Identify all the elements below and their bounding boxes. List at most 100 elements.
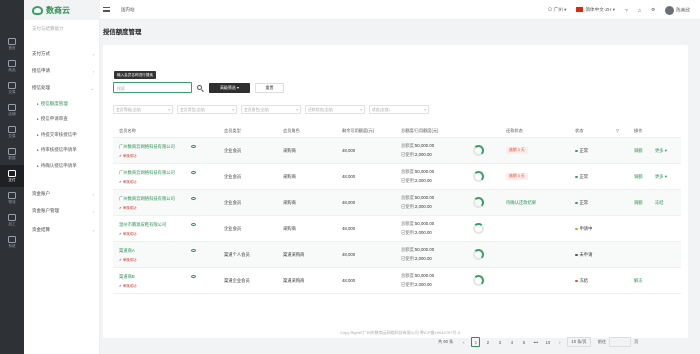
- view-icon[interactable]: [190, 223, 196, 226]
- action-primary-button[interactable]: 调额: [634, 148, 643, 154]
- bullet-icon: ▸: [37, 102, 39, 106]
- rail-item[interactable]: 加工: [0, 209, 24, 231]
- sidebar-subitem[interactable]: ▸ 待提交审核授信申: [24, 128, 100, 142]
- logo: 数商云: [24, 0, 100, 20]
- site-label[interactable]: 国内站: [121, 7, 135, 13]
- rail-item[interactable]: 店铺: [0, 99, 24, 121]
- page-button[interactable]: 5: [519, 337, 528, 347]
- menu-toggle-icon[interactable]: [103, 7, 110, 12]
- view-icon[interactable]: [190, 275, 196, 278]
- rail-item[interactable]: 商品: [0, 55, 24, 77]
- view-icon[interactable]: [190, 197, 196, 200]
- rail-item[interactable]: 数据: [0, 143, 24, 165]
- page-button[interactable]: 1: [471, 337, 481, 347]
- help-icon[interactable]: ?: [625, 8, 628, 13]
- advanced-filter-button[interactable]: 高级筛选 ▾: [209, 83, 250, 93]
- page-button[interactable]: 10: [543, 337, 552, 347]
- chevron-icon: ›: [92, 191, 94, 197]
- rail-item-label: 支付: [8, 177, 16, 182]
- status-dot-icon: [575, 227, 578, 231]
- sidebar-item-label: 授信处理: [32, 85, 50, 90]
- location-selector[interactable]: ⊙ 广州 ▾: [548, 7, 567, 13]
- sidebar-item[interactable]: 授信处理 ⌄: [24, 81, 100, 95]
- member-name-link[interactable]: 广州数商云网络科技有限公司: [119, 144, 175, 150]
- rail-item-label: 数据: [8, 155, 16, 160]
- table-row: 温州市腾源皮鞋有限公司审核成功企业会员采购商48,000总额度：50,000.0…: [113, 216, 681, 242]
- sidebar-item[interactable]: 资金结算 ›: [24, 223, 100, 237]
- language-selector[interactable]: 简体中文-ZH ▾: [576, 7, 615, 13]
- filter-member-role[interactable]: 会员角色(全部): [241, 105, 301, 114]
- page-size-select[interactable]: 10 条/页: [567, 337, 591, 347]
- action-primary-button[interactable]: 调额: [634, 174, 643, 180]
- sidebar-subitem[interactable]: ▸ 待审核授信申请单: [24, 143, 100, 157]
- sidebar-item[interactable]: 资金账户管理 ›: [24, 204, 100, 218]
- logo-mark-icon: [32, 5, 43, 15]
- rail-item[interactable]: 系统: [0, 231, 24, 253]
- action-primary-button[interactable]: 解冻: [634, 278, 643, 284]
- view-icon[interactable]: [190, 171, 196, 174]
- sidebar-item[interactable]: 授信申请 ›: [24, 64, 100, 78]
- member-name-link[interactable]: 广州数商云网络科技有限公司: [119, 196, 175, 202]
- action-secondary-button[interactable]: 冻结: [655, 200, 664, 206]
- view-icon[interactable]: [190, 145, 196, 148]
- filter-member-level[interactable]: 会员等级(全部): [113, 105, 173, 114]
- table-row: 广州数商云网络科技有限公司审核成功企业会员采购商48,000总额度：50,000…: [113, 164, 681, 190]
- user-menu[interactable]: 陈美欣: [665, 5, 690, 15]
- remaining-limit: 48,000: [342, 252, 356, 257]
- sidebar-subitem[interactable]: ▸ 授信申请审查: [24, 112, 100, 126]
- page-ellipsis[interactable]: •••: [531, 337, 540, 347]
- status-text: 正常: [579, 148, 589, 153]
- member-name-link[interactable]: 渠道商B: [119, 274, 135, 280]
- rail-item[interactable]: 交易: [0, 77, 24, 99]
- status-text: 申请中: [579, 226, 593, 231]
- sidebar-subitem[interactable]: ▸ 待确认授信申请单: [24, 159, 100, 173]
- next-page-button[interactable]: ›: [555, 337, 564, 347]
- status-dot-icon: [575, 149, 578, 153]
- view-icon[interactable]: [190, 249, 196, 252]
- rail-item-label: 交易: [8, 89, 16, 94]
- nav-icon: [8, 59, 16, 67]
- page-button[interactable]: 2: [483, 337, 492, 347]
- filter-member-type[interactable]: 会员类型(全部): [177, 105, 237, 114]
- sidebar-item[interactable]: 支付方式 ›: [24, 47, 100, 61]
- rail-item[interactable]: 支付: [0, 165, 24, 187]
- prev-page-button[interactable]: ‹: [459, 337, 468, 347]
- search-button[interactable]: [194, 82, 205, 93]
- filter-status[interactable]: 状态(全部): [369, 105, 429, 114]
- status-text: 正常: [579, 200, 589, 205]
- page-button[interactable]: 3: [495, 337, 504, 347]
- nav-icon: [8, 169, 16, 177]
- action-secondary-button[interactable]: 更多 ▾: [655, 174, 667, 180]
- action-secondary-button[interactable]: 更多 ▾: [655, 148, 667, 154]
- action-primary-button[interactable]: 调额: [634, 200, 643, 206]
- member-name-link[interactable]: 广州数商云网络科技有限公司: [119, 170, 175, 176]
- settings-icon[interactable]: ⚙: [651, 7, 655, 13]
- repay-status-link[interactable]: 待确认还款结果: [506, 200, 536, 206]
- member-type: 渠道个人会员: [224, 252, 250, 257]
- reset-button[interactable]: 重置: [255, 83, 284, 93]
- col-actions: 操作: [634, 128, 643, 133]
- col-total-used: 总额度/已用额度(元): [401, 128, 439, 133]
- sidebar-subitem[interactable]: ▸ 授信额度管理: [24, 97, 100, 111]
- search-icon: [197, 85, 202, 90]
- avatar: [665, 5, 675, 15]
- sidebar-item-label: 待提交审核授信申: [40, 132, 77, 137]
- page-button[interactable]: 4: [507, 337, 516, 347]
- sidebar-item-label: 授信额度管理: [40, 101, 68, 106]
- total-limit: 50,000.00: [415, 247, 435, 252]
- table-row: 渠道商B审核成功渠道企业会员渠道采购商48,000总额度：50,000.00已使…: [113, 268, 681, 294]
- goto-input[interactable]: [609, 337, 632, 347]
- status-filter-icon[interactable]: ▽: [616, 128, 619, 133]
- notification-icon[interactable]: ♫: [638, 8, 641, 13]
- col-remain: 剩余可用额度(元): [342, 128, 375, 133]
- rail-item[interactable]: 首页: [0, 33, 24, 55]
- search-input[interactable]: 搜索: [113, 82, 192, 93]
- rail-item[interactable]: 交易: [0, 121, 24, 143]
- table-row: 渠道商A审核成功渠道个人会员渠道采购商48,000总额度：50,000.00已使…: [113, 242, 681, 268]
- sidebar-item[interactable]: 资金账户 ›: [24, 187, 100, 201]
- member-name-link[interactable]: 温州市腾源皮鞋有限公司: [119, 222, 166, 228]
- member-role: 采购商: [283, 148, 296, 153]
- filter-repay-status[interactable]: 还款状态(全部): [305, 105, 365, 114]
- member-name-link[interactable]: 渠道商A: [119, 248, 135, 254]
- rail-item[interactable]: 物流: [0, 187, 24, 209]
